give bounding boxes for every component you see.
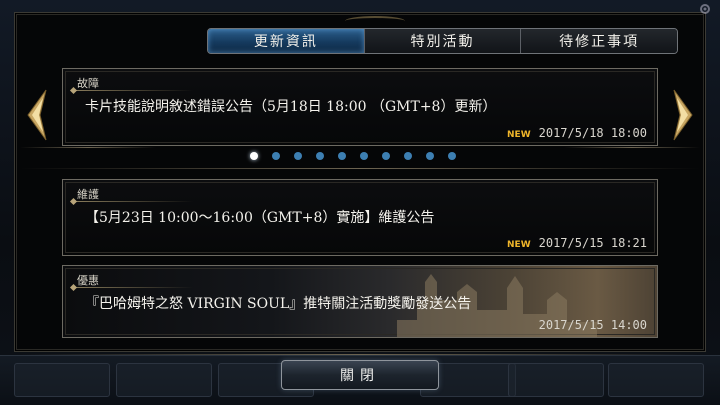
news-title: 卡片技能說明敘述錯誤公告（5月18日 18:00 （GMT+8）更新） — [85, 99, 497, 115]
category-underline — [73, 90, 193, 91]
chevron-left-icon — [27, 89, 47, 141]
news-title: 【5月23日 10:00〜16:00（GMT+8）實施】維護公告 — [85, 210, 435, 226]
news-date: 2017/5/18 18:00 — [538, 126, 647, 140]
featured-news-card[interactable]: 故障 卡片技能說明敘述錯誤公告（5月18日 18:00 （GMT+8）更新） N… — [62, 68, 658, 146]
news-card[interactable]: 維護 【5月23日 10:00〜16:00（GMT+8）實施】維護公告 NEW 2… — [62, 179, 658, 256]
news-date: 2017/5/15 14:00 — [538, 318, 647, 332]
carousel-pagination — [250, 152, 456, 160]
news-tab-bar: 更新資訊 特別活動 待修正事項 — [207, 28, 678, 54]
tab-special-events[interactable]: 特別活動 — [364, 29, 522, 53]
divider — [20, 147, 156, 148]
divider — [20, 168, 700, 169]
next-arrow-button[interactable] — [672, 88, 694, 142]
close-button[interactable]: 關閉 — [281, 360, 439, 390]
pagination-dot[interactable] — [448, 152, 456, 160]
tab-updates[interactable]: 更新資訊 — [208, 29, 365, 53]
divider — [564, 147, 700, 148]
divider — [20, 354, 700, 355]
frame-ornament — [345, 16, 405, 26]
tab-known-issues[interactable]: 待修正事項 — [521, 29, 677, 53]
new-badge: NEW — [507, 130, 531, 140]
news-category: 維護 — [77, 188, 99, 201]
background-menu-slot — [608, 363, 704, 397]
pagination-dot[interactable] — [316, 152, 324, 160]
pagination-dot[interactable] — [250, 152, 258, 160]
news-category: 優惠 — [77, 274, 99, 287]
news-meta: 2017/5/15 14:00 — [531, 318, 647, 332]
category-underline — [73, 287, 193, 288]
background-menu-slot — [508, 363, 604, 397]
news-title: 『巴哈姆特之怒 VIRGIN SOUL』推特關注活動獎勵發送公告 — [85, 296, 472, 312]
chevron-right-icon — [673, 89, 693, 141]
news-card[interactable]: 優惠 『巴哈姆特之怒 VIRGIN SOUL』推特關注活動獎勵發送公告 2017… — [62, 265, 658, 338]
pagination-dot[interactable] — [404, 152, 412, 160]
pagination-dot[interactable] — [360, 152, 368, 160]
pagination-dot[interactable] — [382, 152, 390, 160]
prev-arrow-button[interactable] — [26, 88, 48, 142]
background-menu-slot — [116, 363, 212, 397]
settings-gear-icon — [700, 4, 710, 14]
news-date: 2017/5/15 18:21 — [538, 236, 647, 250]
new-badge: NEW — [507, 240, 531, 250]
news-meta: NEW 2017/5/15 18:21 — [507, 236, 647, 250]
category-underline — [73, 201, 193, 202]
pagination-dot[interactable] — [272, 152, 280, 160]
news-category: 故障 — [77, 77, 99, 90]
pagination-dot[interactable] — [294, 152, 302, 160]
news-meta: NEW 2017/5/18 18:00 — [507, 126, 647, 140]
background-menu-slot — [14, 363, 110, 397]
pagination-dot[interactable] — [338, 152, 346, 160]
pagination-dot[interactable] — [426, 152, 434, 160]
